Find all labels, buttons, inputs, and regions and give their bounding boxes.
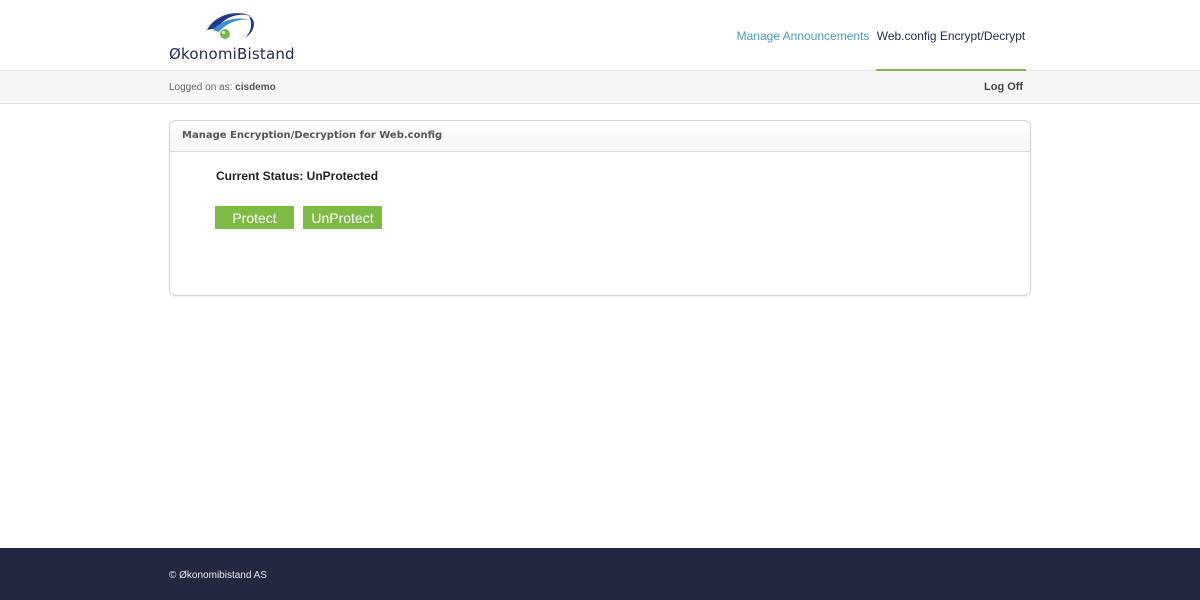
site-header: ØkonomiBistand Manage Announcements Web.… — [0, 0, 1200, 72]
log-off-link[interactable]: Log Off — [984, 81, 1023, 93]
eye-logo-icon — [207, 13, 255, 39]
protect-button[interactable]: Protect — [215, 206, 294, 229]
logged-on-label: Logged on as: — [169, 82, 233, 93]
logged-on-username: cisdemo — [235, 82, 276, 93]
unprotect-button[interactable]: UnProtect — [303, 206, 382, 229]
session-bar: Logged on as: cisdemo Log Off — [0, 71, 1200, 104]
panel-title: Manage Encryption/Decryption for Web.con… — [182, 130, 443, 141]
nav-item-label: Web.config Encrypt/Decrypt — [876, 28, 1026, 43]
nav-item-label: Manage Announcements — [736, 28, 870, 43]
panel-header: Manage Encryption/Decryption for Web.con… — [170, 121, 1030, 152]
brand-name: ØkonomiBistand — [169, 45, 295, 63]
encryption-panel: Manage Encryption/Decryption for Web.con… — [169, 120, 1031, 296]
nav-manage-announcements[interactable]: Manage Announcements — [736, 0, 870, 71]
logged-on-info: Logged on as: cisdemo — [169, 82, 276, 93]
site-footer: © Økonomibistand AS — [0, 548, 1200, 600]
nav-webconfig-encrypt-decrypt[interactable]: Web.config Encrypt/Decrypt — [876, 0, 1026, 72]
current-status-text: Current Status: UnProtected — [216, 169, 379, 183]
brand-logo-link[interactable]: ØkonomiBistand — [169, 10, 299, 66]
copyright-text: © Økonomibistand AS — [169, 570, 267, 581]
